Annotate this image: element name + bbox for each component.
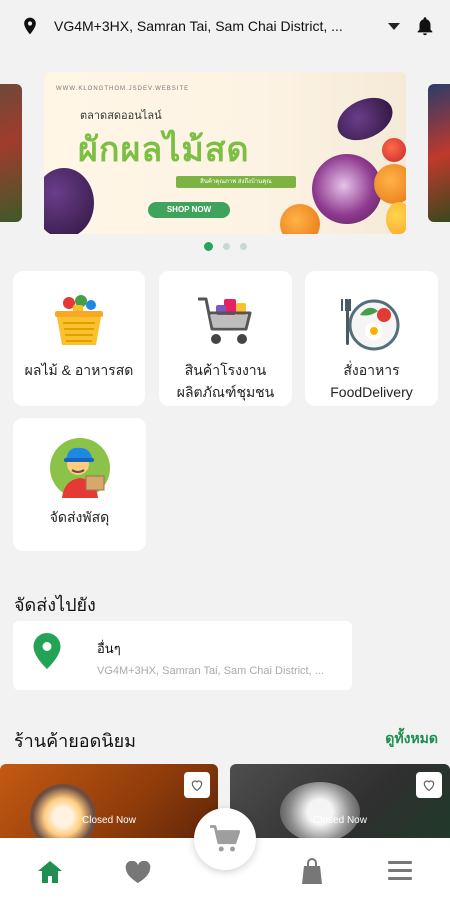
bell-icon[interactable] <box>414 14 436 38</box>
delivery-man-icon <box>49 438 110 498</box>
category-label: ผลไม้ & อาหารสด <box>24 362 134 378</box>
store-status: Closed Now <box>313 815 367 826</box>
promo-banner[interactable]: WWW.KLONGTHOM.JSDEV.WEBSITE ตลาดสดออนไลน… <box>44 72 406 234</box>
heart-outline-icon <box>191 780 203 792</box>
pepper-image <box>386 202 406 234</box>
ship-to-title: จัดส่งไปยัง <box>14 595 96 615</box>
store-card[interactable]: Closed Now <box>0 764 218 844</box>
tomato-image <box>382 138 406 162</box>
banner-website: WWW.KLONGTHOM.JSDEV.WEBSITE <box>56 86 190 92</box>
popular-stores-title: ร้านค้ายอดนิยม <box>14 731 136 751</box>
bag-icon[interactable] <box>300 858 324 884</box>
pagination-dot[interactable] <box>222 243 230 250</box>
category-factory-products[interactable]: สินค้าโรงงาน ผลิตภัณฑ์ชุมชน <box>159 271 292 406</box>
banner-title: ผักผลไม้สด <box>78 130 250 170</box>
carousel-pagination <box>0 242 450 251</box>
store-status: Closed Now <box>82 815 136 826</box>
favorite-button[interactable] <box>416 772 442 798</box>
carousel-slide-next[interactable] <box>428 84 450 222</box>
category-label: จัดส่งพัสดุ <box>49 509 110 525</box>
basket-icon <box>55 295 103 345</box>
eggplant-image <box>44 168 94 234</box>
carousel-slide-previous[interactable] <box>0 84 22 222</box>
category-label: สินค้าโรงงาน ผลิตภัณฑ์ชุมชน <box>176 362 275 400</box>
map-pin-icon <box>33 633 61 669</box>
store-photo-image <box>280 782 360 842</box>
current-location-text[interactable]: VG4M+3HX, Samran Tai, Sam Chai District,… <box>54 18 380 34</box>
pagination-dot[interactable] <box>203 242 213 251</box>
chevron-down-icon[interactable] <box>388 22 400 30</box>
shopping-cart-icon <box>197 297 251 344</box>
category-label: สั่งอาหาร FoodDelivery <box>330 362 413 400</box>
heart-outline-icon <box>423 780 435 792</box>
promo-carousel[interactable]: WWW.KLONGTHOM.JSDEV.WEBSITE ตลาดสดออนไลน… <box>0 72 450 234</box>
menu-icon[interactable] <box>388 861 412 881</box>
cabbage-image <box>312 154 382 224</box>
pagination-dot[interactable] <box>239 243 247 250</box>
shipping-name: อื่นๆ <box>97 641 121 656</box>
shop-now-button[interactable]: SHOP NOW <box>148 202 230 218</box>
category-fresh-food[interactable]: ผลไม้ & อาหารสด <box>13 271 145 406</box>
orange-image <box>280 204 320 234</box>
food-bowl-image <box>30 784 96 844</box>
orange-image <box>374 164 406 204</box>
category-food-delivery[interactable]: สั่งอาหาร FoodDelivery <box>305 271 438 406</box>
shipping-address-card[interactable]: อื่นๆ VG4M+3HX, Samran Tai, Sam Chai Dis… <box>13 621 352 690</box>
banner-tagline: สินค้าคุณภาพ ส่งถึงบ้านคุณ <box>176 176 296 188</box>
favorite-button[interactable] <box>184 772 210 798</box>
see-all-link[interactable]: ดูทั้งหมด <box>385 728 438 750</box>
top-bar: VG4M+3HX, Samran Tai, Sam Chai District,… <box>0 0 450 52</box>
heart-icon[interactable] <box>125 861 151 883</box>
category-parcel-delivery[interactable]: จัดส่งพัสดุ <box>13 418 146 551</box>
store-card[interactable]: Closed Now <box>230 764 450 844</box>
shipping-address: VG4M+3HX, Samran Tai, Sam Chai District,… <box>97 665 324 677</box>
cart-button[interactable] <box>194 808 256 870</box>
food-plate-icon <box>340 299 399 351</box>
home-icon[interactable] <box>38 861 62 883</box>
cart-icon <box>210 825 240 852</box>
location-pin-icon[interactable] <box>20 15 40 37</box>
